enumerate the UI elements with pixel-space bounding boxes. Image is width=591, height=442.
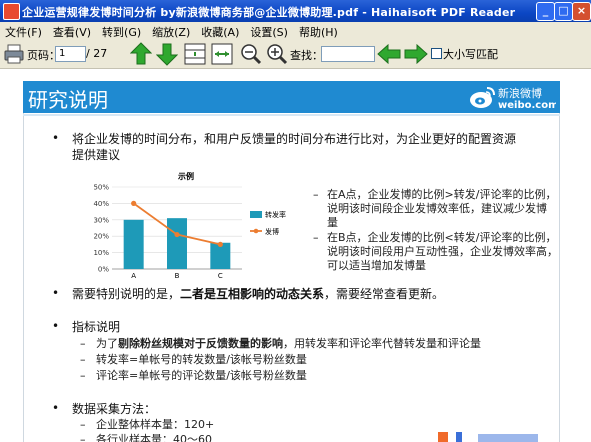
x-tick-label: B bbox=[175, 272, 180, 279]
chart-title: 示例 bbox=[177, 171, 194, 181]
find-previous-arrow-icon[interactable] bbox=[377, 44, 401, 64]
bullet: • bbox=[52, 319, 60, 333]
close-button[interactable]: × bbox=[572, 2, 591, 21]
line-point bbox=[174, 231, 180, 238]
bar bbox=[123, 219, 144, 269]
y-tick-label: 20% bbox=[93, 233, 109, 241]
menu-favorites[interactable]: 收藏(A) bbox=[196, 22, 245, 40]
sub3: 评论率=单帐号的评论数量/该帐号粉丝数量 bbox=[96, 369, 307, 382]
bullet: • bbox=[52, 286, 60, 300]
sub1-bold: 剔除粉丝规模对于反馈数量的影响 bbox=[118, 337, 283, 350]
para1-line2: 提供建议 bbox=[72, 148, 121, 162]
find-next-arrow-icon[interactable] bbox=[404, 44, 428, 64]
dash: – bbox=[80, 337, 86, 350]
menu-help[interactable]: 帮助(H) bbox=[294, 22, 344, 40]
sub5: 各行业样本量：40～60 bbox=[96, 433, 212, 442]
legend-swatch bbox=[250, 211, 262, 218]
dash: – bbox=[80, 433, 86, 442]
note-b-line1: 在B点，企业发博的比例<转发/评论率的比例， bbox=[327, 231, 557, 244]
sub2: 转发率=单帐号的转发数量/该帐号粉丝数量 bbox=[96, 353, 307, 366]
bullet: • bbox=[52, 131, 60, 145]
print-icon[interactable] bbox=[3, 43, 25, 65]
sub1-suffix: ，用转发率和评论率代替转发量和评论量 bbox=[283, 337, 481, 350]
document-page: 研究说明 新浪微博 weibo.com • 将企业发博的时间分布，和用户反馈量的… bbox=[0, 69, 591, 442]
para1-line1: 将企业发博的时间分布，和用户反馈量的时间分布进行比对，为企业更好的配置资源 bbox=[72, 132, 517, 146]
maximize-button[interactable]: □ bbox=[554, 2, 573, 21]
para3: 指标说明 bbox=[72, 320, 121, 334]
example-chart: 示例 0% 10% 20% 30% 40% 50% A B C 转发率发博 bbox=[93, 171, 286, 279]
title-bar: 企业运营规律发博时间分析 by新浪微博商务部@企业微博助理.pdf - Haih… bbox=[0, 0, 591, 22]
slide-right-border bbox=[559, 81, 560, 442]
logo-text: 新浪微博 bbox=[498, 86, 542, 100]
sub1-prefix: 为了 bbox=[96, 337, 118, 350]
menu-zoom[interactable]: 缩放(Z) bbox=[147, 22, 196, 40]
page-number-input[interactable]: 1 bbox=[55, 46, 86, 62]
line-point bbox=[131, 200, 137, 206]
slide-header: 研究说明 新浪微博 weibo.com bbox=[23, 81, 560, 113]
legend-label: 发博 bbox=[265, 227, 279, 236]
menu-view[interactable]: 查看(V) bbox=[48, 22, 97, 40]
x-tick-label: A bbox=[131, 272, 136, 279]
y-tick-label: 10% bbox=[93, 249, 109, 257]
page-total: / 27 bbox=[86, 47, 108, 60]
dash: – bbox=[313, 188, 319, 201]
note-a-line1: 在A点，企业发博的比例>转发/评论率的比例， bbox=[327, 188, 557, 201]
menu-file[interactable]: 文件(F) bbox=[0, 22, 48, 40]
slide-left-border bbox=[23, 81, 24, 442]
slide-title: 研究说明 bbox=[28, 88, 108, 112]
note-a-line2: 说明该时间段企业发博效率低，建议减少发博 bbox=[327, 202, 547, 215]
sub1: 为了剔除粉丝规模对于反馈数量的影响，用转发率和评论率代替转发量和评论量 bbox=[96, 337, 481, 351]
sub4: 企业整体样本量：120+ bbox=[96, 418, 215, 431]
para2: 需要特别说明的是，二者是互相影响的动态关系，需要经常查看更新。 bbox=[72, 286, 444, 303]
y-tick-label: 50% bbox=[93, 184, 109, 192]
fit-page-icon[interactable] bbox=[184, 43, 206, 65]
bar bbox=[167, 218, 187, 269]
x-tick-label: C bbox=[218, 272, 223, 279]
zoom-out-icon[interactable] bbox=[240, 43, 262, 65]
header-underline bbox=[23, 114, 560, 116]
app-icon bbox=[3, 3, 20, 20]
note-b-line3: 可以适当增加发博量 bbox=[327, 259, 426, 272]
dash: – bbox=[313, 231, 319, 244]
match-case-label: 大小写匹配 bbox=[443, 48, 498, 61]
zoom-in-icon[interactable] bbox=[266, 43, 288, 65]
para2-suffix: ，需要经常查看更新。 bbox=[324, 287, 445, 301]
note-b-line2: 说明该时间段用户互动性强，企业发博效率高， bbox=[327, 245, 558, 258]
y-tick-label: 30% bbox=[93, 216, 109, 224]
prev-page-arrow-icon[interactable] bbox=[130, 42, 152, 66]
menu-settings[interactable]: 设置(S) bbox=[245, 22, 294, 40]
fit-width-icon[interactable] bbox=[211, 43, 233, 65]
weibo-logo-icon: 新浪微博 weibo.com bbox=[470, 86, 556, 111]
menu-bar: 文件(F) 查看(V) 转到(G) 缩放(Z) 收藏(A) 设置(S) 帮助(H) bbox=[0, 22, 591, 40]
dash: – bbox=[80, 353, 86, 366]
minimize-button[interactable]: _ bbox=[536, 2, 555, 21]
line-point bbox=[217, 241, 223, 247]
para2-prefix: 需要特别说明的是， bbox=[72, 287, 181, 301]
dash: – bbox=[80, 418, 86, 431]
window-title: 企业运营规律发博时间分析 by新浪微博商务部@企业微博助理.pdf - Haih… bbox=[22, 6, 516, 19]
search-input[interactable] bbox=[321, 46, 375, 62]
logo-url: weibo.com bbox=[498, 100, 556, 111]
toolbar: 页码： 1 / 27 查找： 大小写匹配 bbox=[0, 40, 591, 69]
search-label: 查找： bbox=[290, 49, 323, 62]
dash: – bbox=[80, 369, 86, 382]
menu-goto[interactable]: 转到(G) bbox=[97, 22, 147, 40]
para4: 数据采集方法： bbox=[72, 402, 157, 416]
watermark-logo-icon bbox=[438, 432, 538, 442]
legend-marker bbox=[253, 228, 259, 234]
bullet: • bbox=[52, 401, 60, 415]
para2-bold: 二者是互相影响的动态关系 bbox=[180, 287, 325, 301]
legend-label: 转发率 bbox=[265, 210, 286, 219]
next-page-arrow-icon[interactable] bbox=[156, 42, 178, 66]
y-tick-label: 0% bbox=[98, 266, 109, 274]
note-a-line3: 量 bbox=[327, 216, 338, 229]
y-tick-label: 40% bbox=[93, 200, 109, 208]
match-case-checkbox[interactable] bbox=[431, 48, 442, 59]
